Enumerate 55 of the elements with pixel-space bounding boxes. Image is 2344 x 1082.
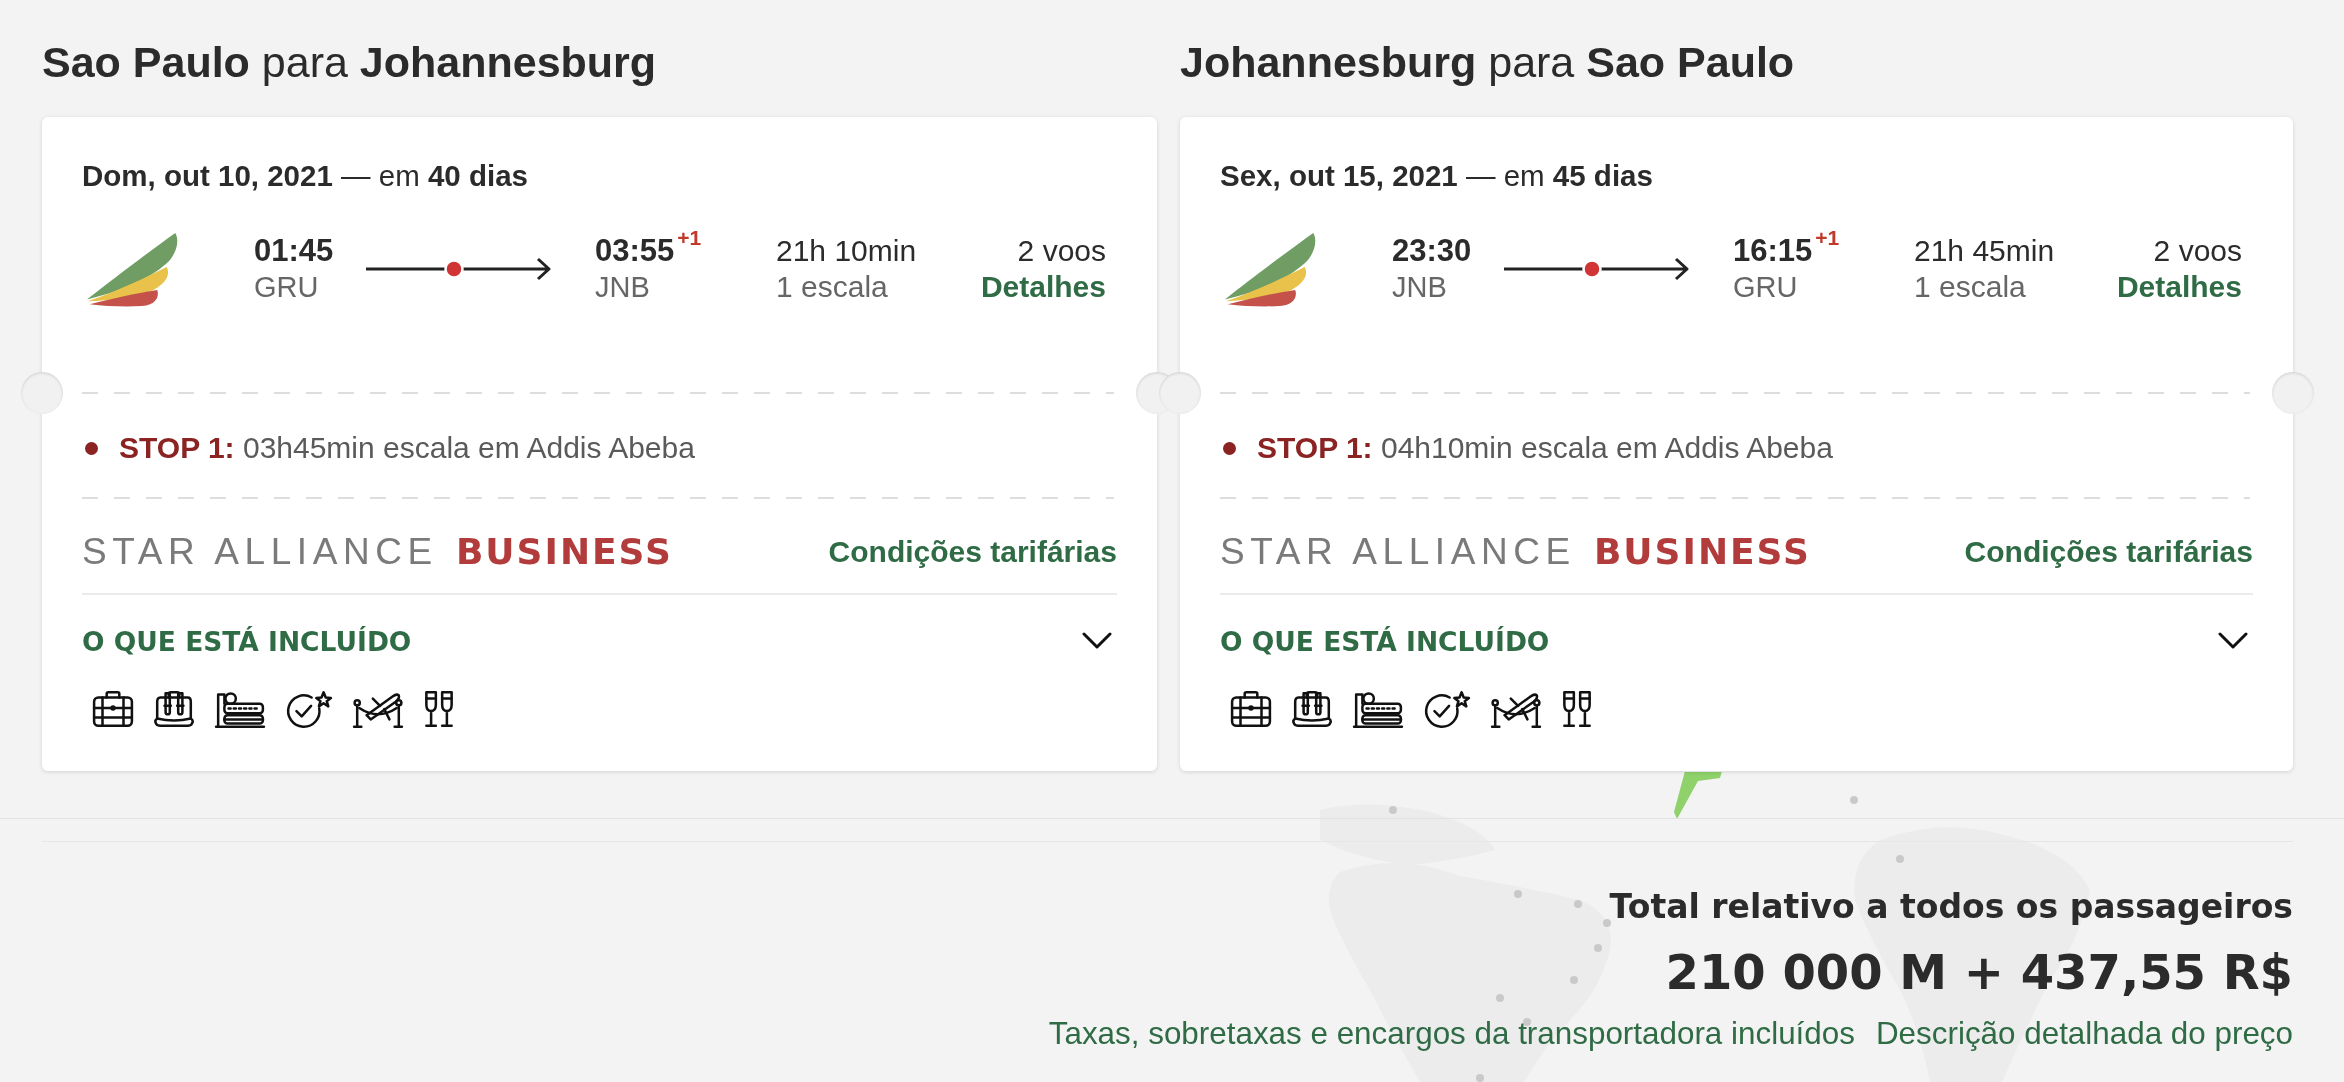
champagne-glasses-icon	[1561, 689, 1593, 729]
day-offset: +1	[1815, 227, 1840, 248]
departure-time: 23:30	[1392, 233, 1472, 269]
bag-icon	[1291, 689, 1333, 729]
included-toggle[interactable]: O QUE ESTÁ INCLUÍDO	[1220, 621, 2253, 661]
included-toggle[interactable]: O QUE ESTÁ INCLUÍDO	[82, 621, 1117, 661]
fare-conditions-link[interactable]: Condições tarifárias	[1964, 532, 2253, 572]
food-counter-icon	[1352, 689, 1404, 729]
check-star-icon	[1423, 689, 1471, 729]
ticket-notch	[21, 372, 63, 414]
arrival-time: 03:55	[595, 233, 675, 269]
route-arrow-icon	[366, 257, 551, 281]
ticket-notch	[2272, 372, 2314, 414]
details-link[interactable]: Detalhes	[2116, 269, 2242, 305]
briefcase-icon	[1230, 689, 1272, 729]
fare-conditions-link[interactable]: Condições tarifárias	[828, 532, 1117, 572]
check-star-icon	[285, 689, 333, 729]
day-offset: +1	[677, 227, 702, 248]
alliance-name: STAR ALLIANCE	[82, 530, 438, 574]
arrival-time: 16:15	[1733, 233, 1813, 269]
flight-duration: 21h 45min	[1914, 233, 2055, 269]
details-link[interactable]: Detalhes	[980, 269, 1106, 305]
route-arrow-icon	[1504, 257, 1689, 281]
food-counter-icon	[214, 689, 266, 729]
flight-count: 2 voos	[1017, 233, 1106, 269]
departure-date: Dom, out 10, 2021 — em 40 dias	[82, 159, 529, 193]
total-amount: 210 000 M + 437,55 R$	[1665, 943, 2293, 1002]
airport-code: JNB	[595, 270, 651, 305]
flight-duration: 21h 10min	[776, 233, 917, 269]
route-title: Johannesburg para Sao Paulo	[1180, 37, 1796, 87]
champagne-glasses-icon	[423, 689, 455, 729]
bag-icon	[153, 689, 195, 729]
cabin-class: BUSINESS	[455, 530, 673, 574]
price-info-link[interactable]: Descrição detalhada do preço	[1875, 1016, 2293, 1052]
ticket-notch	[1159, 372, 1201, 414]
stop-dot-icon	[1582, 259, 1602, 279]
stop-dot-icon	[1223, 441, 1236, 455]
stop-dot-icon	[444, 259, 464, 279]
total-label: Total relativo a todos os passageiros	[1609, 886, 2293, 928]
stop-dot-icon	[85, 441, 98, 455]
alliance-name: STAR ALLIANCE	[1220, 530, 1576, 574]
cabin-class: BUSINESS	[1593, 530, 1811, 574]
stops-summary: 1 escala	[1914, 269, 2027, 305]
route-title: Sao Paulo para Johannesburg	[42, 37, 658, 87]
departure-time: 01:45	[254, 233, 334, 269]
airport-code: GRU	[254, 270, 320, 305]
airport-code: GRU	[1733, 270, 1799, 305]
stop-info: STOP 1: 04h10min escala em Addis Abeba	[1257, 430, 1833, 466]
airport-code: JNB	[1392, 270, 1448, 305]
departure-date: Sex, out 15, 2021 — em 45 dias	[1220, 159, 1654, 193]
stops-summary: 1 escala	[776, 269, 889, 305]
price-info-link[interactable]: Taxas, sobretaxas e encargos da transportadora incluídos	[1048, 1016, 1855, 1052]
flight-count: 2 voos	[2153, 233, 2242, 269]
briefcase-icon	[92, 689, 134, 729]
stop-info: STOP 1: 03h45min escala em Addis Abeba	[119, 430, 695, 466]
